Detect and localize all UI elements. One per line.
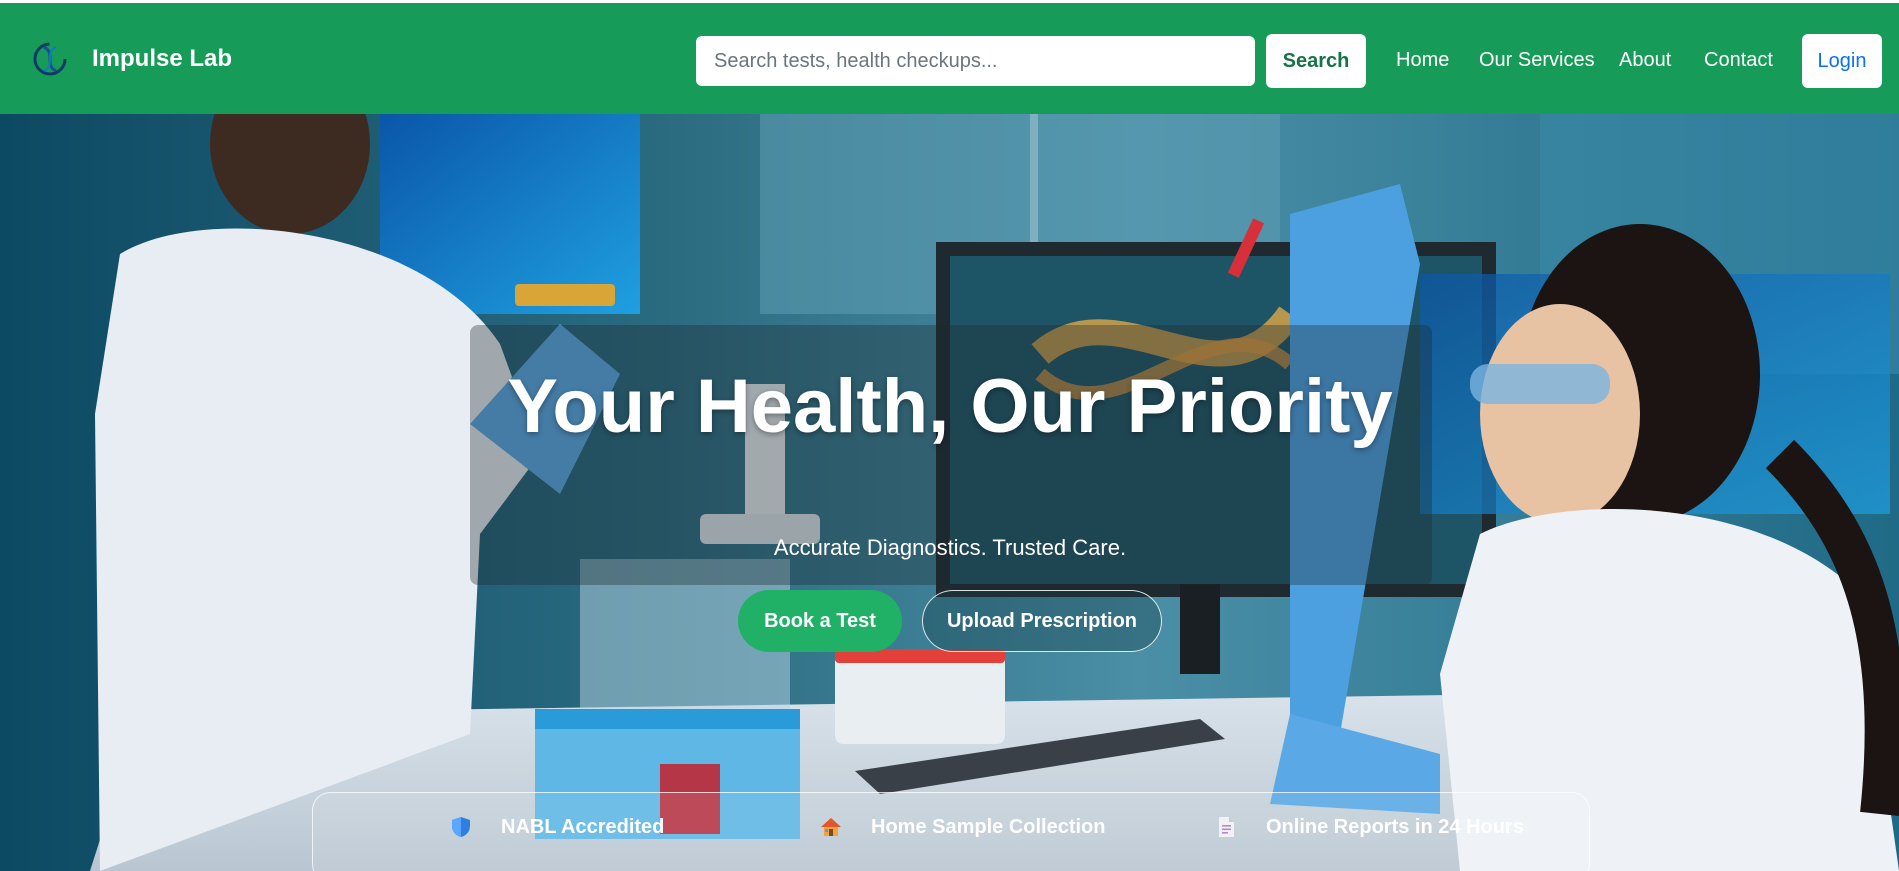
document-icon [1219,817,1234,837]
nav-link-about[interactable]: About [1619,49,1671,72]
feature-label: Home Sample Collection [871,815,1106,838]
brand[interactable]: Impulse Lab [30,39,232,79]
book-test-button[interactable]: Book a Test [738,590,902,652]
shield-icon [452,817,470,837]
hero-subtitle: Accurate Diagnostics. Trusted Care. [773,535,1127,560]
search-button[interactable]: Search [1266,34,1366,88]
feature-label: Online Reports in 24 Hours [1266,815,1524,838]
feature-online-reports: Online Reports in 24 Hours [1214,815,1524,839]
nav-link-our-services[interactable]: Our Services [1479,49,1595,72]
feature-nabl-accredited: NABL Accredited [449,815,664,839]
dna-logo-icon [33,42,67,76]
feature-home-sample-collection: Home Sample Collection [819,815,1106,839]
feature-label: NABL Accredited [501,815,665,838]
hero-title: Your Health, Our Priority [507,364,1393,449]
brand-name: Impulse Lab [92,45,233,72]
login-button[interactable]: Login [1802,34,1882,88]
hero-section: Your Health, Our Priority Accurate Diagn… [0,114,1899,871]
nav-link-contact[interactable]: Contact [1704,49,1773,72]
house-icon [821,818,841,836]
features-strip: NABL Accredited Home Sample Collection O… [312,792,1590,871]
search-input[interactable] [696,36,1255,86]
nav-link-home[interactable]: Home [1396,49,1449,72]
upload-prescription-button[interactable]: Upload Prescription [922,590,1162,652]
navbar: Impulse Lab Search Home Our Services Abo… [0,0,1899,114]
